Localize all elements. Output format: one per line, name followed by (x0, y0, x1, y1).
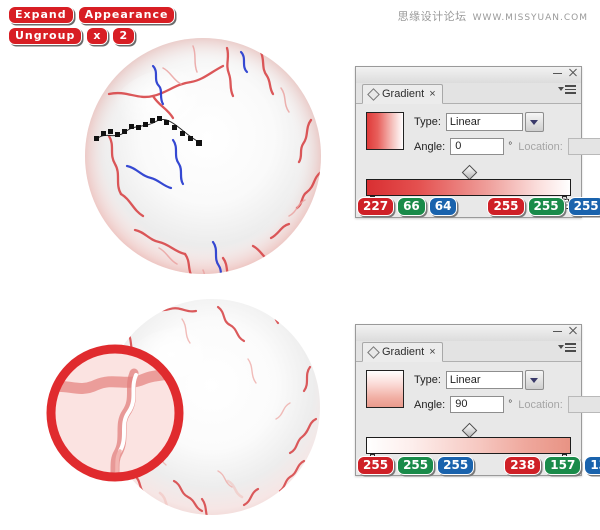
eyeball-top-illustration (75, 32, 335, 282)
rgb-values-bottom: 255 255 255 238 157 136 (357, 456, 600, 475)
rgb-chip-blue: 255 (567, 197, 600, 216)
type-select[interactable]: Linear (445, 113, 523, 131)
type-select-arrow-icon[interactable] (524, 112, 544, 132)
gradient-panel-bottom[interactable]: Gradient × Type: Linear Angle: 90 ° Loca… (355, 324, 600, 476)
type-select-arrow-icon[interactable] (524, 370, 544, 390)
angle-input[interactable]: 0 (450, 138, 505, 155)
gradient-bar[interactable] (366, 179, 571, 196)
type-label: Type: (414, 374, 441, 386)
minimize-icon[interactable] (553, 68, 562, 77)
watermark: 思缘设计论坛 WWW.MISSYUAN.COM (398, 8, 588, 24)
gradient-tab-icon (367, 345, 380, 359)
rgb-group-start: 227 66 64 (357, 197, 458, 216)
rgb-chip-green: 255 (527, 197, 565, 216)
hamburger-icon (565, 85, 576, 94)
rgb-group-end: 238 157 136 (504, 456, 600, 475)
panel-menu-button[interactable] (558, 85, 576, 94)
gradient-midpoint-marker[interactable] (461, 422, 477, 439)
tab-label: Gradient (382, 346, 425, 358)
panel-titlebar (356, 325, 581, 341)
location-input[interactable] (567, 396, 600, 413)
gradient-panel-top[interactable]: Gradient × Type: Linear Angle: 0 ° Locat… (355, 66, 600, 218)
minimize-icon[interactable] (553, 326, 562, 335)
annotation-word: Appearance (77, 6, 176, 24)
gradient-bar[interactable] (366, 437, 571, 454)
degree-symbol: ° (508, 141, 513, 152)
rgb-chip-red: 255 (357, 456, 395, 475)
close-icon[interactable] (568, 68, 577, 77)
rgb-chip-blue: 64 (428, 197, 458, 216)
angle-label: Angle: (414, 140, 446, 153)
hamburger-icon (565, 343, 576, 352)
annotation-word: Expand (8, 6, 74, 24)
rgb-group-start: 255 255 255 (357, 456, 475, 475)
angle-input[interactable]: 90 (450, 396, 505, 413)
annotation-title: Expand Appearance Ungroup x 2 (8, 6, 176, 48)
rgb-group-end: 255 255 255 (487, 197, 600, 216)
panel-menu-button[interactable] (558, 343, 576, 352)
panel-tabrow: Gradient × (356, 83, 581, 104)
eyeball-bottom-illustration (22, 295, 352, 525)
location-label: Location: (518, 140, 563, 153)
rgb-chip-green: 157 (544, 456, 582, 475)
angle-label: Angle: (414, 398, 446, 411)
type-select[interactable]: Linear (445, 371, 523, 389)
rgb-chip-red: 238 (504, 456, 542, 475)
tab-gradient[interactable]: Gradient × (362, 84, 443, 104)
rgb-chip-blue: 255 (437, 456, 475, 475)
annotation-word: 2 (112, 27, 136, 45)
tab-gradient[interactable]: Gradient × (362, 342, 443, 362)
tab-label: Gradient (382, 88, 425, 100)
rgb-chip-red: 227 (357, 197, 395, 216)
annotation-word: x (86, 27, 109, 45)
location-label: Location: (518, 398, 563, 411)
tab-close-icon[interactable]: × (429, 346, 435, 358)
watermark-text: 思缘设计论坛 (397, 10, 467, 23)
rgb-values-top: 227 66 64 255 255 255 (357, 197, 600, 216)
rgb-chip-green: 255 (397, 456, 435, 475)
rgb-chip-green: 66 (397, 197, 426, 216)
watermark-url: WWW.MISSYUAN.COM (472, 13, 588, 23)
gradient-swatch[interactable] (366, 112, 404, 150)
angle-location-row: Angle: 90 ° Location: % (414, 396, 600, 413)
tab-close-icon[interactable]: × (429, 88, 435, 100)
degree-symbol: ° (508, 399, 513, 410)
chevron-down-icon (558, 87, 564, 92)
gradient-swatch[interactable] (366, 370, 404, 408)
panel-titlebar (356, 67, 581, 83)
annotation-word: Ungroup (8, 27, 83, 45)
type-field: Type: Linear (414, 112, 600, 132)
close-icon[interactable] (568, 326, 577, 335)
panel-tabrow: Gradient × (356, 341, 581, 362)
window-controls (553, 68, 577, 77)
angle-location-row: Angle: 0 ° Location: % (414, 138, 600, 155)
annotation-line-1: Expand Appearance (8, 6, 176, 24)
chevron-down-icon (558, 345, 564, 350)
annotation-line-2: Ungroup x 2 (8, 27, 175, 45)
rgb-chip-red: 255 (487, 197, 525, 216)
type-field: Type: Linear (414, 370, 600, 390)
gradient-midpoint-marker[interactable] (461, 164, 477, 181)
artboard: Expand Appearance Ungroup x 2 思缘设计论坛 WWW.… (0, 0, 600, 530)
window-controls (553, 326, 577, 335)
location-input[interactable] (567, 138, 600, 155)
gradient-tab-icon (367, 87, 380, 101)
rgb-chip-blue: 136 (584, 456, 600, 475)
type-label: Type: (414, 116, 441, 128)
